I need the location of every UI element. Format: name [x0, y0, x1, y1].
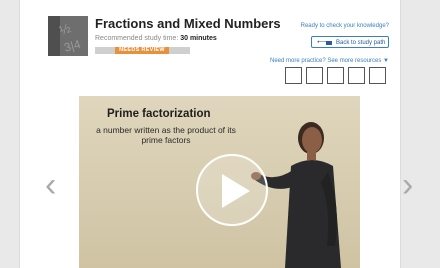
recommended-label: Recommended study time:	[95, 35, 179, 42]
lesson-title: Fractions and Mixed Numbers	[95, 16, 281, 31]
ready-check-link[interactable]: Ready to check your knowledge?	[301, 23, 389, 29]
resource-box[interactable]	[369, 67, 386, 84]
resource-box[interactable]	[306, 67, 323, 84]
book-icon	[326, 40, 332, 45]
chevron-down-icon: ▼	[383, 58, 389, 64]
slide-title: Prime factorization	[107, 108, 211, 120]
back-button-label: Back to study path	[336, 40, 386, 46]
back-to-study-path-button[interactable]: ⟵ Back to study path	[311, 36, 389, 48]
more-resources-label: Need more practice? See more resources	[269, 58, 382, 64]
recommended-study-time: Recommended study time: 30 minutes	[95, 35, 217, 42]
prev-arrow-icon[interactable]: ‹	[45, 168, 56, 202]
play-icon	[222, 174, 250, 208]
progress-bar-right	[169, 47, 190, 54]
video-player[interactable]: Prime factorization a number written as …	[79, 96, 360, 268]
lesson-thumbnail: ½ 3|4	[48, 16, 88, 56]
resource-box[interactable]	[327, 67, 344, 84]
next-arrow-icon[interactable]: ›	[402, 168, 413, 202]
progress-bar-left	[95, 47, 115, 54]
recommended-value: 30 minutes	[180, 35, 217, 42]
resource-box[interactable]	[285, 67, 302, 84]
play-button[interactable]	[196, 154, 268, 226]
more-resources-link[interactable]: Need more practice? See more resources ▼	[270, 58, 389, 64]
resource-box[interactable]	[348, 67, 365, 84]
slide-subtitle: a number written as the product of its p…	[96, 125, 236, 145]
status-badge: NEEDS REVIEW	[115, 47, 169, 54]
